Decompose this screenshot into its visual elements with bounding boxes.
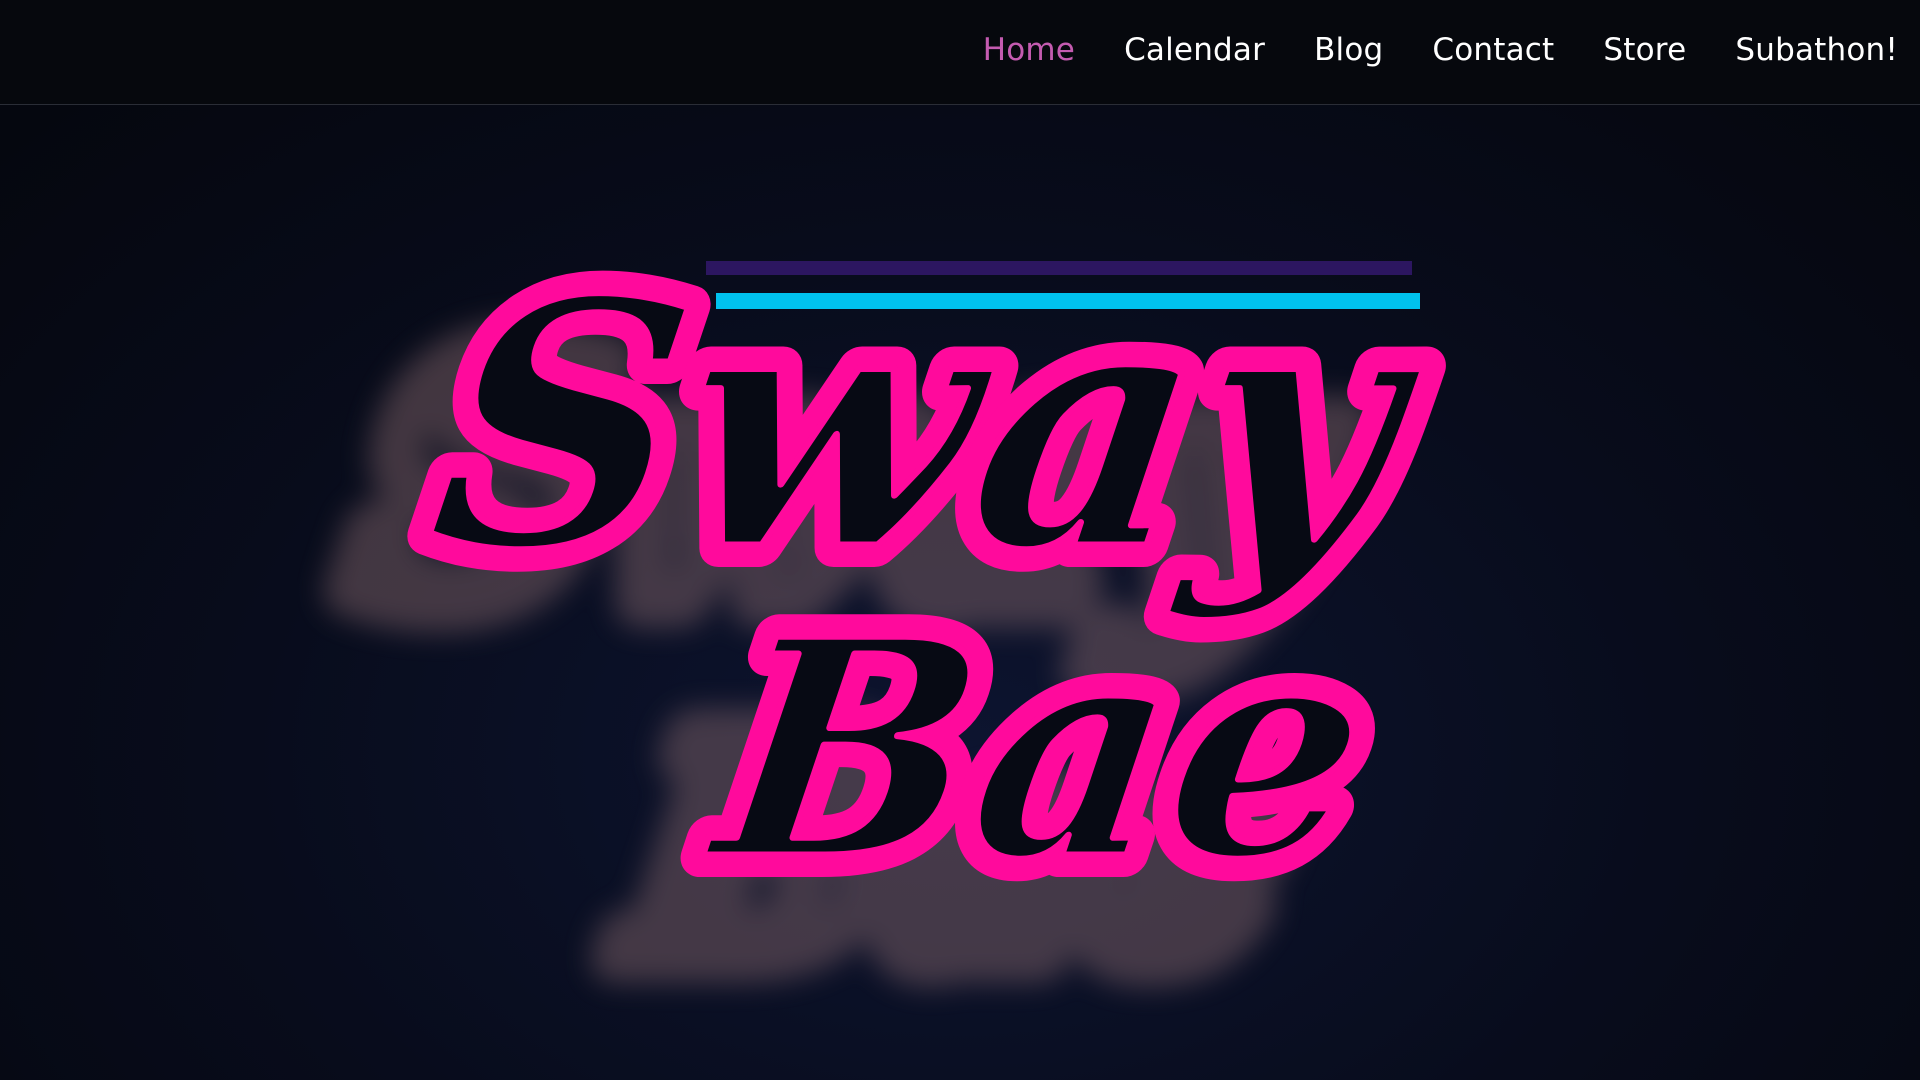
logo-word-sway-inline: Sway (412, 226, 1445, 626)
sway-bae-logo: Sway Bae Sway Sway Bae Bae (306, 204, 1466, 1055)
logo-word-bae-inline: Bae (690, 574, 1388, 926)
page: Home Calendar Blog Contact Store Subatho… (0, 0, 1920, 1080)
